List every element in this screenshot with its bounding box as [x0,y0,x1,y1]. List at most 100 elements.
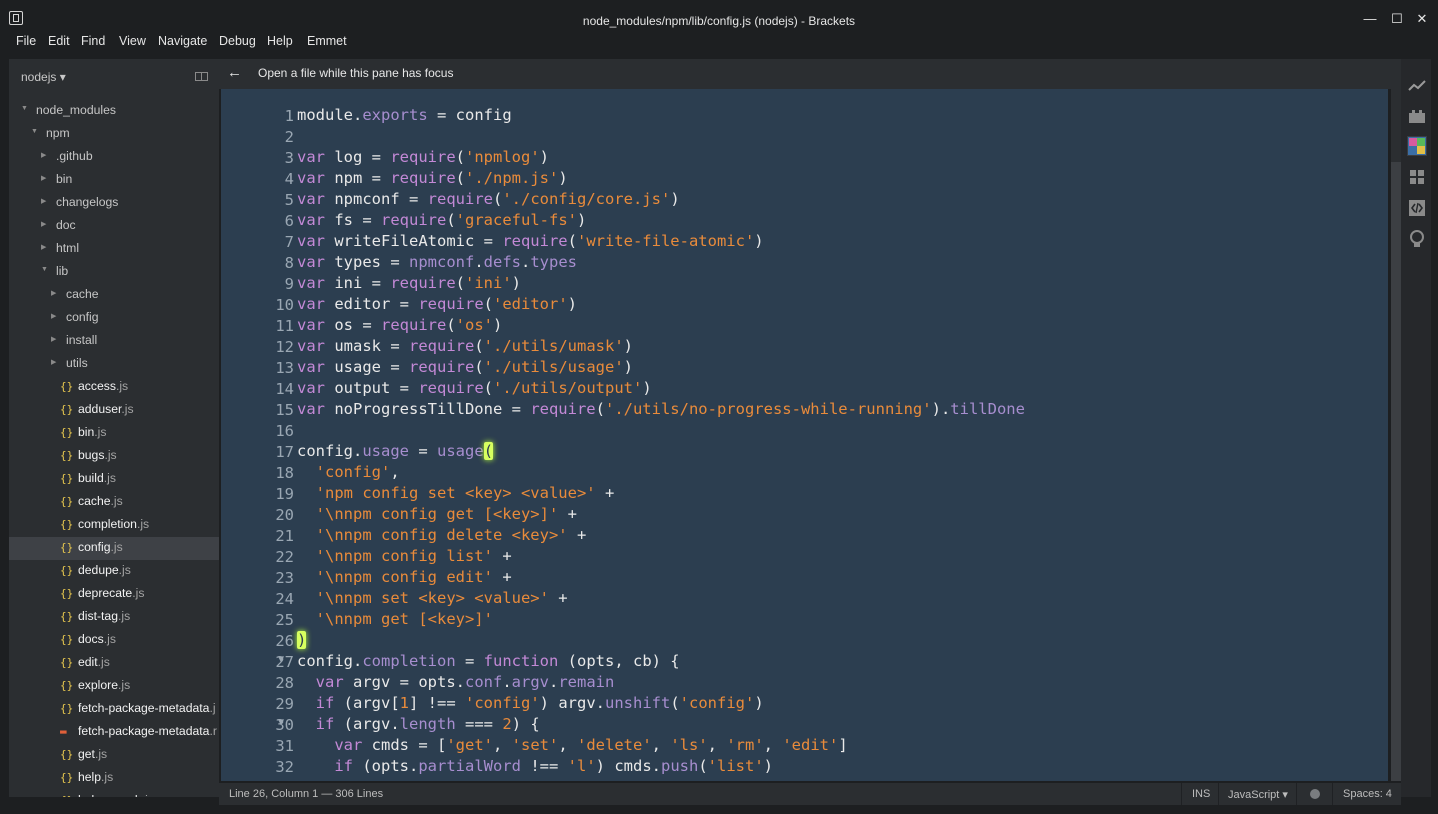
tree-folder[interactable]: ▶ bin [9,169,219,192]
extension-manager-icon[interactable] [1407,106,1427,126]
code-line[interactable]: 2 [221,126,1388,147]
code-line[interactable]: 21 '\nnpm config delete <key>' + [221,525,1388,546]
caret-right-icon[interactable]: ▶ [51,289,56,297]
fold-marker-icon[interactable]: ▼ [278,717,284,728]
linter-status-icon[interactable] [1310,789,1320,799]
caret-down-icon[interactable]: ▼ [41,266,48,273]
code-line[interactable]: 25 '\nnpm get [<key>]' [221,609,1388,630]
tree-folder[interactable]: ▼ node_modules [9,100,219,123]
menu-help[interactable]: Help [267,34,293,48]
menu-debug[interactable]: Debug [219,34,256,48]
caret-down-icon[interactable]: ▼ [31,128,38,135]
code-line[interactable]: 3 var log = require('npmlog') [221,147,1388,168]
code-line[interactable]: 11 var os = require('os') [221,315,1388,336]
tree-file[interactable]: {} access.js [9,376,219,399]
code-line[interactable]: 5 var npmconf = require('./config/core.js… [221,189,1388,210]
tree-folder[interactable]: ▶ utils [9,353,219,376]
code-line[interactable]: 31 var cmds = ['get', 'set', 'delete', '… [221,735,1388,756]
caret-right-icon[interactable]: ▶ [41,197,46,205]
tree-file[interactable]: {} completion.js [9,514,219,537]
theme-icon[interactable] [1407,136,1427,156]
code-line[interactable]: 27 ▼ config.completion = function (opts, c… [221,651,1388,672]
tree-folder[interactable]: ▶ install [9,330,219,353]
code-line[interactable]: 20 '\nnpm config get [<key>]' + [221,504,1388,525]
code-line[interactable]: 7 var writeFileAtomic = require('write-fi… [221,231,1388,252]
live-preview-icon[interactable] [1407,76,1427,96]
tree-file[interactable]: {} config.js [9,537,219,560]
tree-folder[interactable]: ▶ config [9,307,219,330]
code-line[interactable]: 19 'npm config set <key> <value>' + [221,483,1388,504]
code-line[interactable]: 17 config.usage = usage( [221,441,1388,462]
tree-file[interactable]: {} dist-tag.js [9,606,219,629]
tree-folder[interactable]: ▼ lib [9,261,219,284]
caret-right-icon[interactable]: ▶ [41,243,46,251]
caret-right-icon[interactable]: ▶ [51,312,56,320]
code-line[interactable]: 1 module.exports = config [221,105,1388,126]
code-line[interactable]: 10 var editor = require('editor') [221,294,1388,315]
menu-file[interactable]: File [16,34,36,48]
language-selector[interactable]: JavaScript ▾ [1228,788,1288,801]
menu-view[interactable]: View [119,34,146,48]
tree-file[interactable]: {} help-search.js [9,790,219,797]
code-line[interactable]: 26) [221,630,1388,651]
menu-navigate[interactable]: Navigate [158,34,207,48]
tree-file[interactable]: {} build.js [9,468,219,491]
code-line[interactable]: 29 if (argv[1] !== 'config') argv.unshif… [221,693,1388,714]
tree-folder[interactable]: ▶ changelogs [9,192,219,215]
project-dropdown[interactable]: nodejs ▾ [21,70,66,84]
tree-folder[interactable]: ▶ cache [9,284,219,307]
tree-file[interactable]: {} bin.js [9,422,219,445]
code-line[interactable]: 28 var argv = opts.conf.argv.remain [221,672,1388,693]
tree-file[interactable]: {} adduser.js [9,399,219,422]
insert-mode-toggle[interactable]: INS [1192,788,1210,800]
tree-file[interactable]: {} get.js [9,744,219,767]
code-line[interactable]: 14 var output = require('./utils/output') [221,378,1388,399]
close-button[interactable]: ✕ [1412,9,1432,29]
menu-find[interactable]: Find [81,34,105,48]
code-line[interactable]: 18 'config', [221,462,1388,483]
tree-file[interactable]: {} bugs.js [9,445,219,468]
caret-right-icon[interactable]: ▶ [41,151,46,159]
caret-right-icon[interactable]: ▶ [41,174,46,182]
caret-right-icon[interactable]: ▶ [51,358,56,366]
tree-file[interactable]: {} explore.js [9,675,219,698]
code-editor[interactable]: 1 module.exports = config 2 3 var log = requ… [221,89,1388,781]
code-line[interactable]: 32 if (opts.partialWord !== 'l') cmds.pu… [221,756,1388,777]
code-line[interactable]: 16 [221,420,1388,441]
code-line[interactable]: 15 var noProgressTillDone = require('./ut… [221,399,1388,420]
caret-right-icon[interactable]: ▶ [41,220,46,228]
maximize-button[interactable]: ☐ [1387,9,1407,29]
code-line[interactable]: 23 '\nnpm config edit' + [221,567,1388,588]
code-icon[interactable] [1407,198,1427,218]
bulb-icon[interactable] [1407,229,1427,249]
indent-spaces[interactable]: Spaces: 4 [1343,788,1392,800]
caret-right-icon[interactable]: ▶ [51,335,56,343]
fold-marker-icon[interactable]: ▼ [278,654,284,665]
code-line[interactable]: 13 var usage = require('./utils/usage') [221,357,1388,378]
back-arrow-icon[interactable]: ← [227,64,242,81]
code-line[interactable]: 12 var umask = require('./utils/umask') [221,336,1388,357]
code-line[interactable]: 30 ▼ if (argv.length === 2) { [221,714,1388,735]
code-line[interactable]: 6 var fs = require('graceful-fs') [221,210,1388,231]
menu-edit[interactable]: Edit [48,34,70,48]
grid-icon[interactable] [1407,167,1427,187]
tree-file[interactable]: {} dedupe.js [9,560,219,583]
tree-file[interactable]: ▬ fetch-package-metadata.r [9,721,219,744]
menu-emmet[interactable]: Emmet [307,34,347,48]
tree-file[interactable]: {} edit.js [9,652,219,675]
tree-folder[interactable]: ▶ doc [9,215,219,238]
tree-file[interactable]: {} deprecate.js [9,583,219,606]
minimize-button[interactable]: — [1360,9,1380,29]
tree-folder[interactable]: ▶ .github [9,146,219,169]
tree-folder[interactable]: ▶ html [9,238,219,261]
code-line[interactable]: 8 var types = npmconf.defs.types [221,252,1388,273]
tree-file[interactable]: {} cache.js [9,491,219,514]
code-line[interactable]: 9 var ini = require('ini') [221,273,1388,294]
tree-file[interactable]: {} fetch-package-metadata.j [9,698,219,721]
split-view-icon[interactable] [195,72,208,81]
scrollbar-thumb[interactable] [1391,162,1401,781]
code-line[interactable]: 22 '\nnpm config list' + [221,546,1388,567]
tree-file[interactable]: {} help.js [9,767,219,790]
tree-file[interactable]: {} docs.js [9,629,219,652]
code-line[interactable]: 4 var npm = require('./npm.js') [221,168,1388,189]
